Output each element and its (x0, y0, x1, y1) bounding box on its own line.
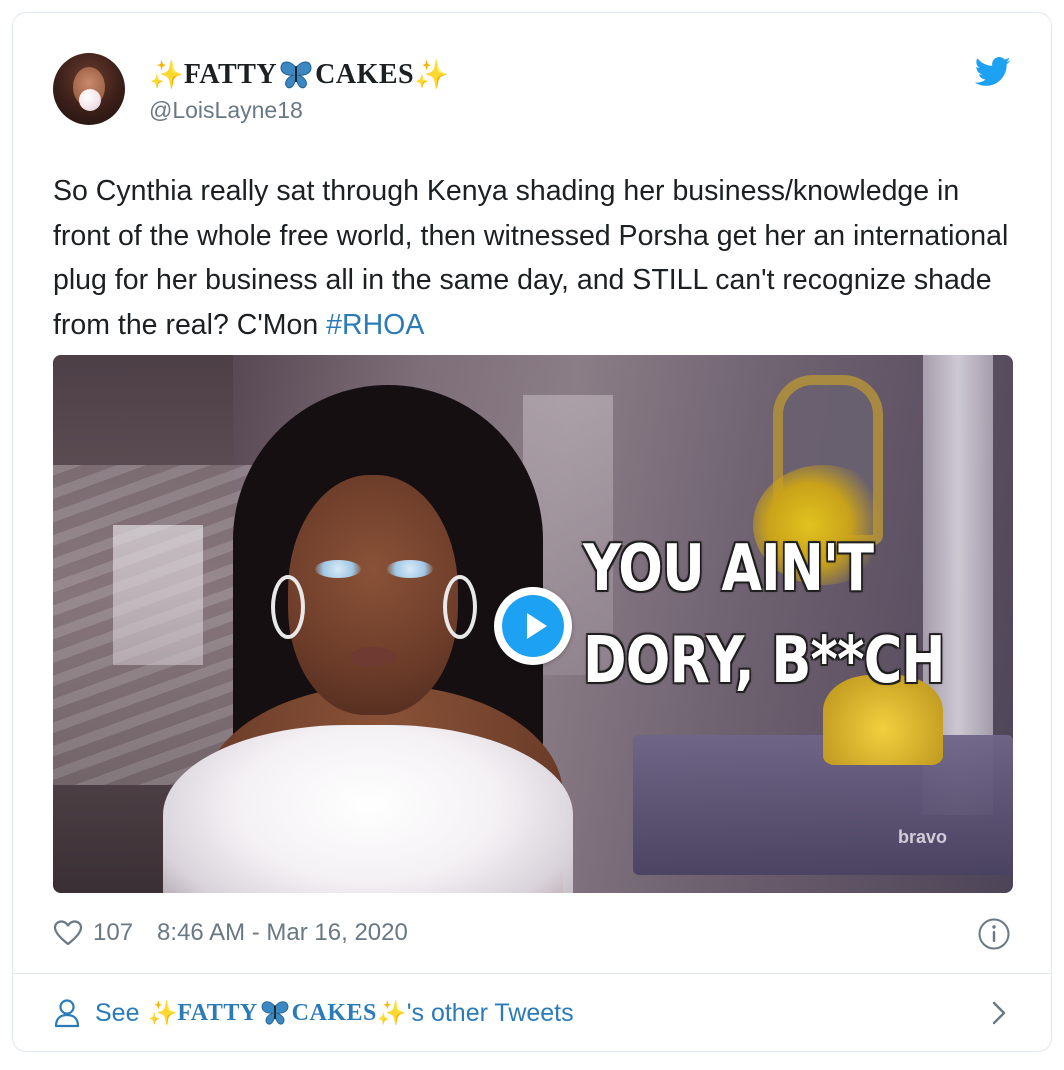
chevron-right-icon[interactable] (987, 999, 1011, 1027)
like-count[interactable]: 107 (93, 919, 133, 947)
butterfly-icon (261, 1001, 289, 1025)
butterfly-icon (280, 61, 312, 89)
bravo-watermark: bravo (898, 827, 948, 847)
tweet-header: ✨ FATTY CAKES ✨ @LoisLayne18 (53, 53, 1011, 143)
sparkle-icon: ✨ (149, 58, 184, 91)
see-other-tweets[interactable]: See ✨ FATTY CAKES ✨ 's other Tweets (53, 985, 1011, 1041)
other-tweets-suffix: 's other Tweets (406, 998, 574, 1027)
caption-line-1: YOU AIN'T (583, 532, 874, 606)
tweet-meta: 107 8:46 AM - Mar 16, 2020 (53, 915, 408, 951)
author-handle[interactable]: @LoisLayne18 (149, 97, 303, 124)
info-icon[interactable] (977, 917, 1011, 951)
heart-icon[interactable] (53, 919, 83, 947)
twitter-bird-icon[interactable] (975, 57, 1011, 87)
tweet-media-gif[interactable]: YOU AIN'T DORY, B**CH bravo (53, 355, 1013, 893)
tweet-text: So Cynthia really sat through Kenya shad… (53, 169, 1023, 347)
sparkle-icon: ✨ (376, 999, 407, 1027)
author-display-name[interactable]: ✨ FATTY CAKES ✨ (149, 57, 449, 93)
person-icon (54, 999, 80, 1028)
sparkle-icon: ✨ (147, 999, 178, 1027)
tweet-timestamp[interactable]: 8:46 AM - Mar 16, 2020 (157, 919, 408, 947)
display-name-part1: FATTY (183, 59, 278, 90)
hashtag-link[interactable]: #RHOA (326, 309, 424, 341)
avatar[interactable] (53, 53, 125, 125)
caption-line-2: DORY, B**CH (583, 624, 945, 698)
gif-caption: YOU AIN'T DORY, B**CH (583, 523, 945, 707)
sparkle-icon: ✨ (414, 58, 449, 91)
play-button[interactable] (494, 587, 572, 665)
see-label: See (95, 998, 140, 1027)
footer-name-part2: CAKES (291, 999, 377, 1026)
display-name-part2: CAKES (315, 59, 415, 90)
see-other-tweets-link[interactable]: See ✨ FATTY CAKES ✨ 's other Tweets (95, 999, 574, 1028)
tweet-body: So Cynthia really sat through Kenya shad… (53, 175, 1009, 341)
embedded-tweet-card: ✨ FATTY CAKES ✨ @LoisLayne18 So Cynthia … (12, 12, 1052, 1052)
footer-name-part1: FATTY (177, 999, 258, 1026)
divider (13, 973, 1051, 974)
play-icon (527, 613, 547, 639)
